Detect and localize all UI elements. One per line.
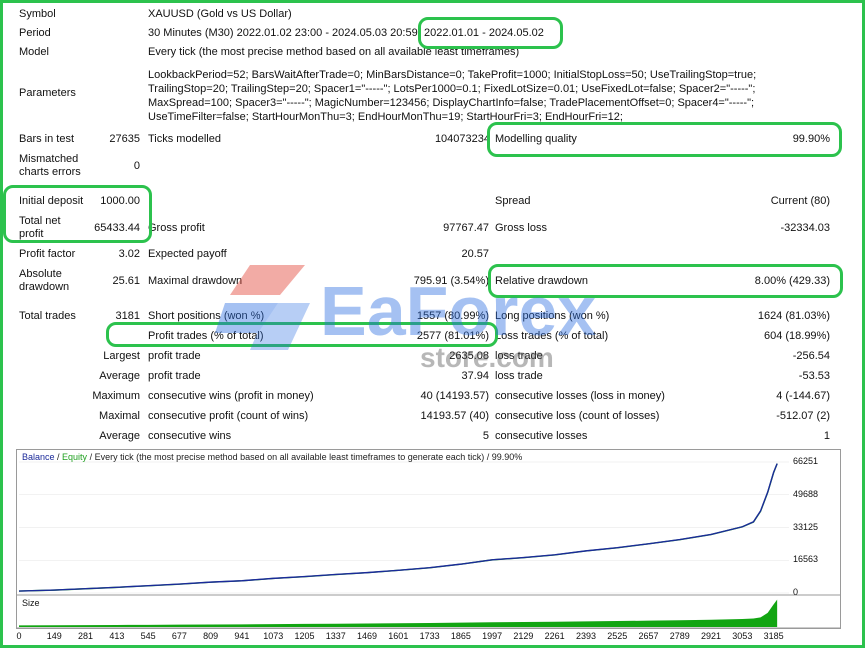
y-tick-label: 33125 bbox=[793, 521, 819, 532]
x-tick-label: 2657 bbox=[638, 631, 659, 641]
x-tick-label: 2129 bbox=[513, 631, 534, 641]
x-tick-label: 281 bbox=[78, 631, 94, 641]
x-tick-label: 149 bbox=[46, 631, 62, 641]
y-tick-label: 0 bbox=[793, 587, 799, 597]
x-tick-label: 677 bbox=[171, 631, 187, 641]
x-tick-label: 1205 bbox=[294, 631, 315, 641]
x-tick-label: 0 bbox=[16, 631, 22, 641]
size-label: Size bbox=[22, 598, 40, 608]
x-tick-label: 2921 bbox=[701, 631, 722, 641]
x-tick-label: 1997 bbox=[482, 631, 503, 641]
x-tick-label: 1865 bbox=[450, 631, 471, 641]
x-tick-label: 1601 bbox=[388, 631, 409, 641]
y-tick-label: 66251 bbox=[793, 456, 819, 466]
size-area bbox=[19, 599, 778, 627]
legend-sep: / bbox=[54, 452, 63, 462]
x-tick-label: 2789 bbox=[669, 631, 690, 641]
x-tick-label: 1073 bbox=[263, 631, 284, 641]
legend-equity: Equity bbox=[62, 452, 88, 462]
legend-description: / Every tick (the most precise method ba… bbox=[87, 452, 523, 462]
chart-legend: Balance / Equity / Every tick (the most … bbox=[22, 452, 522, 462]
x-tick-label: 2261 bbox=[544, 631, 565, 641]
x-tick-label: 941 bbox=[234, 631, 250, 641]
x-tick-label: 413 bbox=[109, 631, 125, 641]
x-tick-label: 1337 bbox=[325, 631, 346, 641]
x-tick-label: 545 bbox=[140, 631, 156, 641]
x-tick-label: 1469 bbox=[357, 631, 378, 641]
x-tick-label: 1733 bbox=[419, 631, 440, 641]
legend-balance: Balance bbox=[22, 452, 55, 462]
x-tick-label: 2393 bbox=[575, 631, 596, 641]
balance-chart-svg bbox=[16, 461, 841, 629]
x-tick-label: 2525 bbox=[607, 631, 628, 641]
y-tick-label: 16563 bbox=[793, 554, 819, 565]
y-tick-label: 49688 bbox=[793, 488, 819, 499]
x-tick-label: 3185 bbox=[763, 631, 784, 641]
x-tick-label: 3053 bbox=[732, 631, 753, 641]
x-tick-label: 809 bbox=[203, 631, 219, 641]
